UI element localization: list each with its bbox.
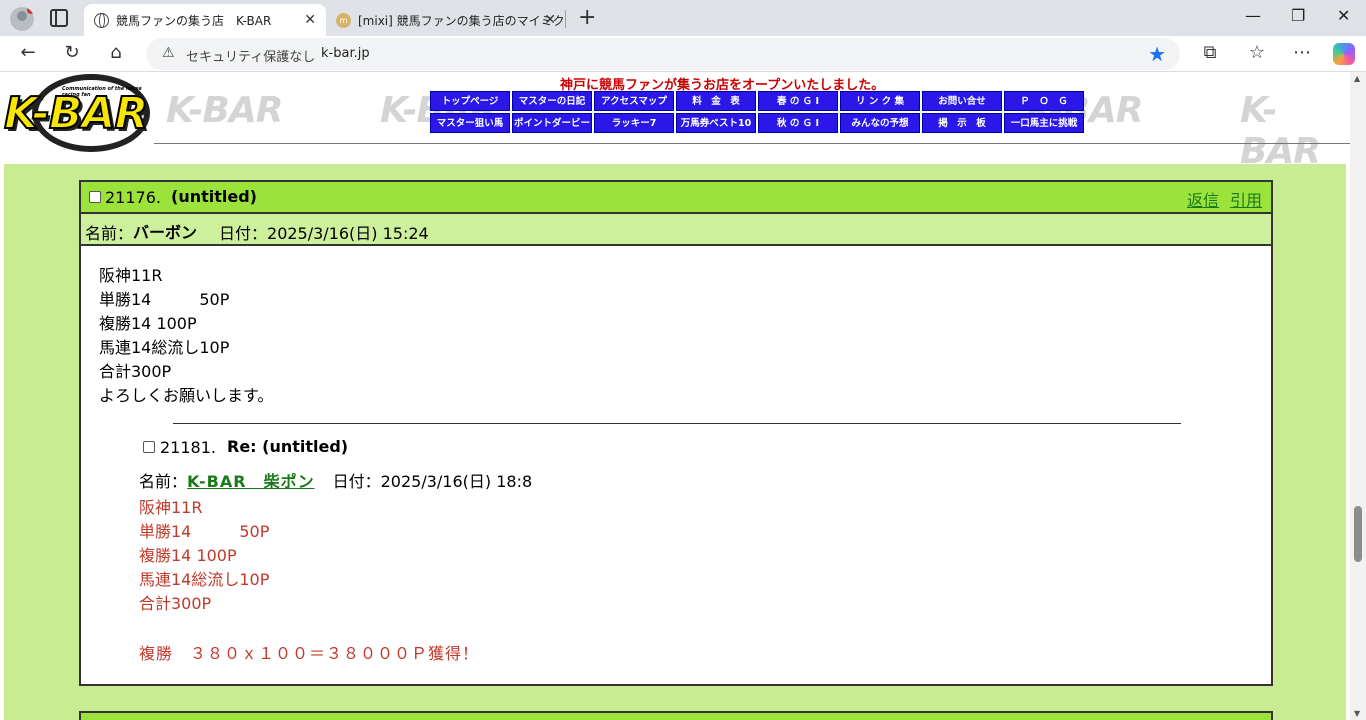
tab-title: [mixi] 競馬ファンの集う店のマイミクシィ [358, 14, 566, 28]
nav-pog[interactable]: Ｐ Ｏ Ｇ [1004, 91, 1084, 111]
name-label: 名前： [139, 472, 188, 491]
post-meta: 名前： バーボン 日付：2025/3/16(日) 15:24 [81, 214, 1271, 246]
nav-price[interactable]: 料 金 表 [676, 91, 756, 111]
logo-watermark: K-BAR [1240, 90, 1321, 172]
date-value: 2025/3/16(日) 18:8 [380, 472, 533, 491]
close-tab-icon[interactable]: ✕ [304, 12, 316, 28]
tab-actions-icon[interactable] [50, 9, 68, 27]
browser-toolbar: ← ↻ ⌂ ⚠ セキュリティ保護なし k-bar.jp ★ ⧉ ☆ ⋯ [0, 36, 1366, 72]
reply-line: 合計300P [139, 594, 212, 613]
nav-point-derby[interactable]: ポイントダービー [512, 113, 592, 133]
nav-lucky7[interactable]: ラッキー7 [594, 113, 674, 133]
more-menu-icon[interactable]: ⋯ [1290, 42, 1314, 63]
reply-checkbox[interactable] [143, 441, 155, 453]
nav-links[interactable]: リ ン ク 集 [840, 91, 920, 111]
quote-link[interactable]: 引用 [1230, 187, 1262, 211]
header-divider [154, 143, 1362, 144]
reply-meta: 名前：K-BAR 柴ポン 日付：2025/3/16(日) 18:8 [139, 468, 532, 492]
home-icon[interactable]: ⌂ [104, 42, 128, 63]
close-tab-icon[interactable]: ✕ [544, 12, 556, 28]
profile-avatar[interactable] [10, 7, 34, 31]
post-number: 21176. [105, 188, 161, 207]
page-viewport: K-BAR K-BAR K-BAR K-BAR K-BAR Communicat… [0, 72, 1366, 720]
tab-k-bar[interactable]: 競馬ファンの集う店 K-BAR ✕ [84, 4, 326, 36]
restore-button[interactable]: ❐ [1291, 6, 1305, 25]
next-post-header [79, 711, 1273, 720]
body-line: 単勝14 50P [99, 290, 230, 309]
back-icon[interactable]: ← [16, 42, 40, 63]
tab-mixi[interactable]: m [mixi] 競馬ファンの集う店のマイミクシィ ✕ [326, 4, 566, 36]
tab-separator [565, 10, 566, 28]
nav-top[interactable]: トップページ [430, 91, 510, 111]
reply-link[interactable]: 返信 [1187, 187, 1219, 211]
scroll-down-icon[interactable]: ▼ [1354, 709, 1360, 718]
reply-line: 阪神11R [139, 498, 203, 517]
body-line: よろしくお願いします。 [99, 386, 274, 405]
author-name: バーボン [133, 223, 198, 242]
close-window-button[interactable]: ✕ [1337, 6, 1350, 25]
reply-line: 複勝14 100P [139, 546, 237, 565]
name-label: 名前： [85, 224, 134, 243]
warning-icon[interactable]: ⚠ [162, 45, 175, 61]
extensions-icon[interactable]: ⧉ [1198, 42, 1222, 63]
reply-separator [173, 423, 1181, 424]
site-nav: トップページ マスターの日記 アクセスマップ 料 金 表 春 の Ｇ Ⅰ リ ン… [430, 91, 1086, 133]
logo-watermark: K-BAR [166, 90, 283, 131]
reply-date: 日付：2025/3/16(日) 18:8 [333, 472, 533, 491]
body-line: 馬連14総流し10P [99, 338, 230, 357]
body-line: 阪神11R [99, 266, 163, 285]
url-text[interactable]: k-bar.jp [321, 46, 370, 61]
post-title: (untitled) [171, 187, 257, 206]
page-scrollbar[interactable]: ▲ ▼ [1350, 72, 1366, 720]
reply-title: Re: (untitled) [227, 437, 349, 456]
notification-dot [27, 7, 34, 14]
favorites-icon[interactable]: ☆ [1245, 42, 1269, 63]
post-checkbox[interactable] [89, 191, 101, 203]
reply-number: 21181. [160, 438, 216, 457]
post-date: 日付：2025/3/16(日) 15:24 [219, 220, 429, 244]
nav-best10[interactable]: 万馬券ベスト10 [676, 113, 756, 133]
reload-icon[interactable]: ↻ [60, 42, 84, 63]
address-bar[interactable]: ⚠ セキュリティ保護なし k-bar.jp ★ [146, 38, 1180, 70]
nav-predictions[interactable]: みんなの予想 [840, 113, 920, 133]
reply-line: 単勝14 50P [139, 522, 270, 541]
nav-master-pick[interactable]: マスター狙い馬 [430, 113, 510, 133]
tab-title: 競馬ファンの集う店 K-BAR [116, 14, 272, 28]
site-logo[interactable]: K-BAR Communication of the horse racing … [2, 74, 152, 154]
nav-spring-g1[interactable]: 春 の Ｇ Ⅰ [758, 91, 838, 111]
bbs-post: 21176. (untitled) 返信 引用 名前： バーボン 日付：2025… [79, 180, 1273, 686]
nav-access[interactable]: アクセスマップ [594, 91, 674, 111]
logo-tagline: Communication of the horse racing fan [62, 86, 142, 98]
reply-result: 複勝 ３８０ｘ１００＝３８０００Ｐ獲得！ [139, 644, 480, 663]
new-tab-button[interactable]: + [578, 5, 596, 30]
nav-bbs[interactable]: 掲 示 板 [922, 113, 1002, 133]
minimize-button[interactable]: — [1245, 6, 1261, 25]
nav-diary[interactable]: マスターの日記 [512, 91, 592, 111]
reply-body: 阪神11R 単勝14 50P 複勝14 100P 馬連14総流し10P 合計30… [139, 496, 269, 616]
body-line: 合計300P [99, 362, 172, 381]
body-line: 複勝14 100P [99, 314, 197, 333]
reply-line: 馬連14総流し10P [139, 570, 270, 589]
favorite-star-icon[interactable]: ★ [1148, 42, 1166, 66]
reply-author-link[interactable]: K-BAR 柴ポン [187, 472, 315, 491]
nav-contact[interactable]: お問い合せ [922, 91, 1002, 111]
security-label[interactable]: セキュリティ保護なし [186, 46, 315, 65]
tab-bar: 競馬ファンの集う店 K-BAR ✕ m [mixi] 競馬ファンの集う店のマイミ… [0, 0, 1366, 36]
date-value: 2025/3/16(日) 15:24 [267, 224, 429, 243]
globe-icon [94, 13, 109, 28]
copilot-icon[interactable] [1333, 43, 1355, 65]
nav-autumn-g1[interactable]: 秋 の Ｇ Ⅰ [758, 113, 838, 133]
scroll-thumb[interactable] [1354, 506, 1362, 562]
scroll-up-icon[interactable]: ▲ [1354, 74, 1360, 83]
site-header: K-BAR K-BAR K-BAR K-BAR K-BAR Communicat… [0, 72, 1362, 172]
date-label: 日付： [219, 224, 268, 243]
mixi-icon: m [336, 13, 351, 28]
date-label: 日付： [332, 472, 381, 491]
post-body: 阪神11R 単勝14 50P 複勝14 100P 馬連14総流し10P 合計30… [99, 264, 273, 408]
post-header: 21176. (untitled) 返信 引用 [81, 182, 1271, 214]
nav-owner[interactable]: 一口馬主に挑戦 [1004, 113, 1084, 133]
